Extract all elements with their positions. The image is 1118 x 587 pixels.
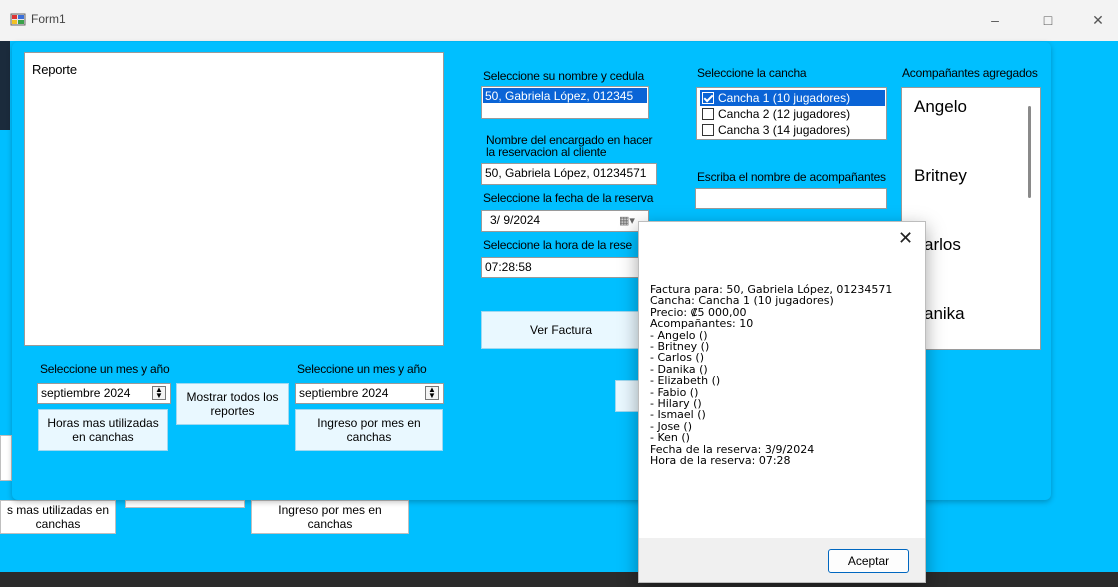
- month-value-1: septiembre 2024: [41, 386, 131, 400]
- mostrar-reportes-button[interactable]: Mostrar todos los reportes: [176, 383, 289, 425]
- cancha-checklist[interactable]: Cancha 1 (10 jugadores) Cancha 2 (12 jug…: [696, 87, 887, 140]
- acompanante-input[interactable]: [695, 188, 887, 209]
- fecha-value: 3/ 9/2024: [490, 213, 541, 227]
- cancha-option-2-label: Cancha 2 (12 jugadores): [718, 107, 851, 121]
- fecha-label: Seleccione la fecha de la reserva: [483, 191, 654, 205]
- month-picker-2[interactable]: septiembre 2024: [295, 383, 444, 404]
- maximize-icon[interactable]: □: [1038, 10, 1058, 30]
- factura-line: Acompañantes: 10: [650, 317, 754, 331]
- cancha-option-1-label: Cancha 1 (10 jugadores): [718, 91, 851, 105]
- hora-value: 07:28:58: [485, 260, 532, 274]
- dialog-close-icon[interactable]: ✕: [898, 228, 913, 249]
- month-picker-1[interactable]: septiembre 2024: [37, 383, 171, 404]
- list-item[interactable]: anika: [924, 304, 965, 324]
- factura-line: - Elizabeth (): [650, 374, 721, 388]
- factura-line: Hora de la reserva: 07:28: [650, 454, 791, 468]
- ingreso-button[interactable]: Ingreso por mes en canchas: [295, 409, 443, 451]
- checkbox-icon[interactable]: [702, 108, 714, 120]
- hora-label: Seleccione la hora de la rese: [483, 238, 632, 252]
- cancha-option-2[interactable]: Cancha 2 (12 jugadores): [700, 106, 885, 122]
- cancha-option-3[interactable]: Cancha 3 (14 jugadores): [700, 122, 885, 138]
- list-item[interactable]: arlos: [924, 235, 961, 255]
- minimize-icon[interactable]: –: [985, 10, 1005, 30]
- aceptar-button[interactable]: Aceptar: [828, 549, 909, 573]
- month-label-2: Seleccione un mes y año: [297, 362, 427, 376]
- factura-text: Factura para: 50, Gabriela López, 012345…: [650, 284, 892, 467]
- form-app-icon: [10, 13, 26, 26]
- window-title: Form1: [31, 12, 66, 26]
- title-bar: [0, 0, 1118, 41]
- acompanantes-label: Acompañantes agregados: [902, 66, 1038, 80]
- encargado-label: Nombre del encargado en hacer la reserva…: [486, 133, 653, 159]
- report-label: Reporte: [32, 62, 77, 77]
- hora-picker[interactable]: 07:28:58: [481, 257, 641, 278]
- acompanante-input-label: Escriba el nombre de acompañantes: [697, 170, 886, 184]
- bg-mostrar-button[interactable]: [125, 500, 245, 508]
- month-spinner-1-icon[interactable]: ▲ ▼: [152, 386, 166, 400]
- scrollbar-thumb[interactable]: [1028, 106, 1031, 198]
- month-value-2: septiembre 2024: [299, 386, 389, 400]
- ver-factura-button[interactable]: Ver Factura: [481, 311, 641, 349]
- cancha-option-1[interactable]: Cancha 1 (10 jugadores): [700, 90, 885, 106]
- encargado-field[interactable]: 50, Gabriela López, 01234571: [481, 163, 657, 185]
- horas-button[interactable]: Horas mas utilizadas en canchas: [38, 409, 168, 451]
- calendar-dropdown-icon[interactable]: ▦▾: [619, 214, 635, 227]
- bg-ingreso-button[interactable]: Ingreso por mes en canchas: [251, 500, 409, 534]
- bg-horas-button[interactable]: s mas utilizadas en canchas: [0, 500, 116, 534]
- checkbox-icon[interactable]: [702, 124, 714, 136]
- list-item[interactable]: Britney: [914, 166, 967, 186]
- factura-line: - Ken (): [650, 431, 690, 445]
- taskbar-strip: [0, 572, 1118, 587]
- checked-checkbox-icon[interactable]: [702, 92, 714, 104]
- list-item[interactable]: Angelo: [914, 97, 967, 117]
- cancha-option-3-label: Cancha 3 (14 jugadores): [718, 123, 851, 137]
- nombre-label: Seleccione su nombre y cedula: [483, 69, 644, 83]
- month-spinner-2-icon[interactable]: ▲ ▼: [425, 386, 439, 400]
- month-label-1: Seleccione un mes y año: [40, 362, 170, 376]
- nombre-selected-item[interactable]: 50, Gabriela López, 012345: [483, 88, 647, 103]
- bg-partial-control: [0, 435, 12, 481]
- close-icon[interactable]: ✕: [1088, 10, 1108, 30]
- partially-hidden-button[interactable]: [615, 380, 640, 412]
- nombre-listbox[interactable]: 50, Gabriela López, 012345: [481, 86, 649, 119]
- cancha-label: Seleccione la cancha: [697, 66, 807, 80]
- report-textbox[interactable]: [24, 52, 444, 346]
